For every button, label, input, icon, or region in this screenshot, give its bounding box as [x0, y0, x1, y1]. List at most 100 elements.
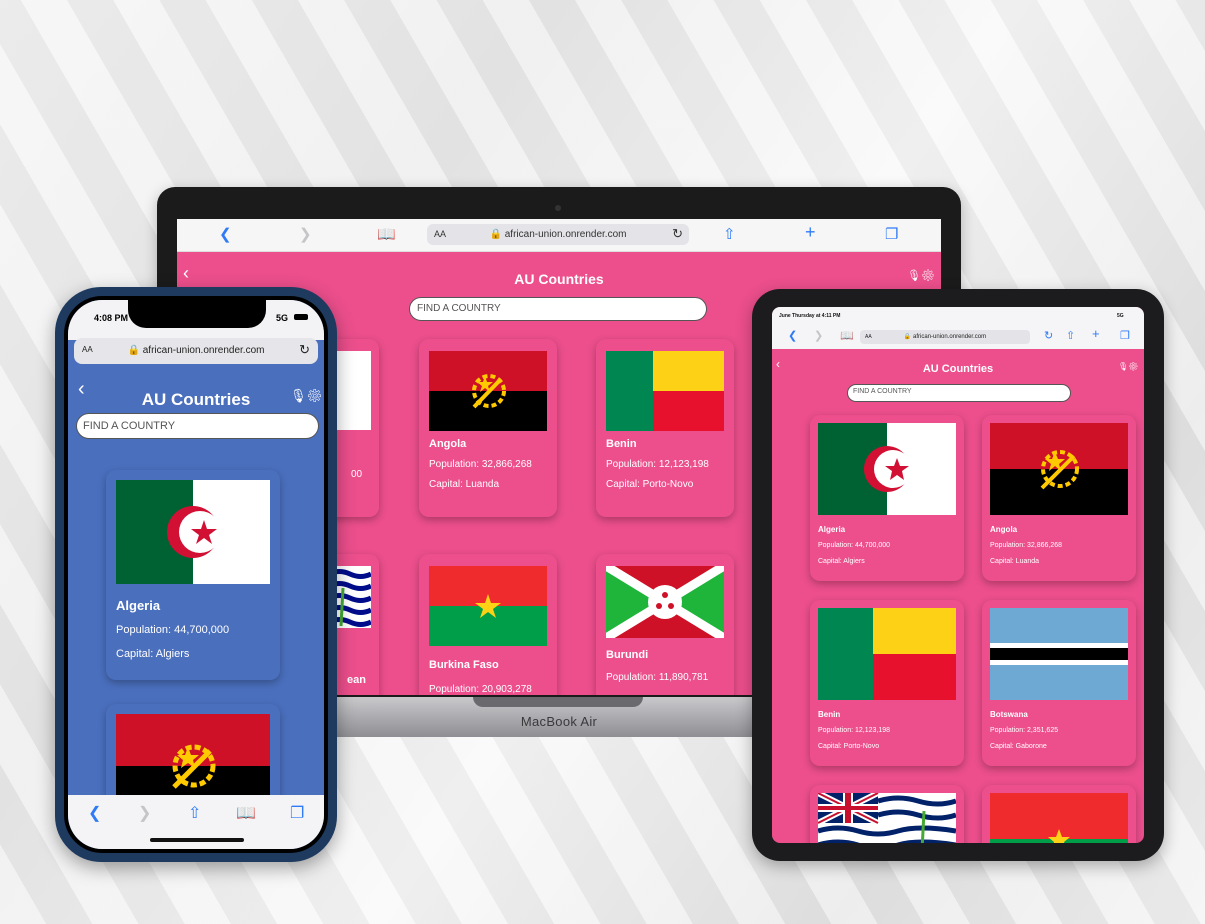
search-input[interactable]: FIND A COUNTRY [409, 297, 707, 321]
address-bar[interactable]: AA 🔒 african-union.onrender.com ↻ [427, 224, 689, 245]
ipad-algeria-flag [818, 423, 956, 515]
ipad-botswana-capital: Capital: Gaborone [990, 743, 1047, 750]
tabs-icon[interactable]: ❐ [885, 225, 898, 243]
biot-name-partial: ean [347, 674, 366, 686]
mic-icon[interactable]: 🎙 [907, 270, 921, 282]
burundi-population: Population: 11,890,781 [606, 672, 709, 683]
algeria-population-partial: 00 [351, 469, 363, 480]
iphone-share-icon[interactable]: ⇧ [188, 803, 201, 823]
iphone-back-icon[interactable]: ❮ [88, 803, 101, 823]
iphone-device: 4:08 PM 5G AA 🔒 african-union.onrender.c… [55, 287, 337, 862]
iphone-angola-flag [116, 714, 270, 804]
iphone-settings-gear-icon[interactable]: ⚙ [307, 388, 324, 403]
ipad-mic-icon[interactable]: 🎙 [1118, 362, 1128, 371]
ipad-country-card-benin[interactable]: Benin Population: 12,123,198 Capital: Po… [810, 600, 964, 766]
iphone-country-card-angola[interactable] [106, 704, 280, 804]
ipad-url: 🔒 african-union.onrender.com [903, 334, 987, 340]
ipad-country-card-angola[interactable]: Angola Population: 32,866,268 Capital: L… [982, 415, 1136, 581]
share-icon[interactable]: ⇧ [723, 225, 736, 243]
iphone-bookmarks-icon[interactable]: 📖 [236, 803, 256, 823]
back-icon[interactable]: ❮ [219, 225, 232, 243]
forward-icon[interactable]: ❯ [299, 225, 312, 243]
reload-icon[interactable]: ↻ [672, 226, 683, 242]
iphone-tabs-icon[interactable]: ❐ [290, 803, 304, 823]
url-value: african-union.onrender.com [504, 229, 627, 240]
settings-gear-icon[interactable]: ⚙ [921, 270, 935, 282]
burundi-name: Burundi [606, 649, 649, 661]
iphone-search-input[interactable]: FIND A COUNTRY [76, 413, 319, 439]
benin-capital: Capital: Porto-Novo [606, 479, 694, 490]
ipad-burkina-faso-flag [990, 793, 1128, 843]
iphone-mic-icon[interactable]: 🎙 [290, 388, 307, 403]
burkina-faso-name: Burkina Faso [429, 659, 499, 671]
country-card-angola[interactable]: Angola Population: 32,866,268 Capital: L… [419, 339, 557, 517]
angola-population: Population: 32,866,268 [429, 459, 532, 470]
url-text: 🔒 african-union.onrender.com [489, 229, 627, 240]
ipad-botswana-population: Population: 2,351,625 [990, 727, 1059, 734]
ipad-page-title: AU Countries [922, 363, 994, 375]
ipad-benin-population: Population: 12,123,198 [818, 727, 891, 734]
angola-name: Angola [429, 438, 467, 450]
battery-icon [294, 314, 308, 320]
ipad-angola-capital: Capital: Luanda [990, 558, 1040, 565]
iphone-status-bar: 4:08 PM 5G [68, 300, 324, 340]
page-title: AU Countries [514, 271, 604, 287]
home-indicator [150, 838, 244, 842]
ipad-screen: June Thursday at 4:11 PM 5G ❮ ❯ 📖 AA 🔒 a… [772, 307, 1144, 843]
iphone-network: 5G [276, 313, 289, 323]
macbook-camera [555, 205, 561, 211]
ipad-benin-name: Benin [818, 710, 841, 719]
iphone-country-card-algeria[interactable]: Algeria Population: 44,700,000 Capital: … [106, 470, 280, 680]
iphone-address-bar[interactable]: AA 🔒 african-union.onrender.com ↻ [74, 338, 318, 364]
ipad-angola-population: Population: 32,866,268 [990, 542, 1063, 549]
ipad-address-bar[interactable]: AA 🔒 african-union.onrender.com [860, 330, 1030, 344]
ipad-mic-settings-icons[interactable]: 🎙⚙ [1118, 362, 1138, 371]
burkina-faso-flag [429, 566, 547, 646]
ipad-search-input[interactable]: FIND A COUNTRY [847, 384, 1071, 402]
iphone-algeria-capital: Capital: Algiers [116, 648, 190, 660]
ipad-settings-gear-icon[interactable]: ⚙ [1128, 362, 1138, 371]
ipad-share-icon[interactable]: ⇧ [1066, 329, 1075, 342]
iphone-mic-settings-icons[interactable]: 🎙⚙ [290, 388, 323, 404]
ipad-algeria-capital: Capital: Algiers [818, 558, 865, 565]
country-card-burundi[interactable]: Burundi Population: 11,890,781 [596, 554, 734, 695]
iphone-algeria-flag [116, 480, 270, 584]
iphone-reload-icon[interactable]: ↻ [299, 342, 310, 358]
new-tab-icon[interactable]: + [805, 222, 816, 243]
angola-capital: Capital: Luanda [429, 479, 500, 490]
ipad-new-tab-icon[interactable]: + [1092, 326, 1100, 341]
iphone-notch [128, 300, 266, 328]
ipad-country-card-biot[interactable] [810, 785, 964, 843]
bookmarks-icon[interactable]: 📖 [377, 225, 396, 243]
ipad-url-value: african-union.onrender.com [913, 334, 987, 340]
mic-settings-icons[interactable]: 🎙⚙ [907, 269, 935, 282]
iphone-algeria-name: Algeria [116, 598, 161, 613]
ipad-bookmarks-icon[interactable]: 📖 [840, 329, 854, 342]
ipad-network: 5G [1117, 313, 1124, 319]
benin-name: Benin [606, 438, 637, 450]
ipad-country-card-burkina-faso[interactable] [982, 785, 1136, 843]
angola-flag [429, 351, 547, 431]
ipad-reload-icon[interactable]: ↻ [1044, 329, 1053, 342]
ipad-country-card-algeria[interactable]: Algeria Population: 44,700,000 Capital: … [810, 415, 964, 581]
country-card-benin[interactable]: Benin Population: 12,123,198 Capital: Po… [596, 339, 734, 517]
ipad-algeria-population: Population: 44,700,000 [818, 542, 891, 549]
ipad-device: June Thursday at 4:11 PM 5G ❮ ❯ 📖 AA 🔒 a… [752, 289, 1164, 861]
macbook-notch [473, 697, 643, 707]
ipad-datetime: June Thursday at 4:11 PM [779, 313, 841, 319]
ipad-algeria-name: Algeria [818, 525, 846, 534]
iphone-bottom-toolbar: ❮ ❯ ⇧ 📖 ❐ [68, 795, 324, 849]
iphone-forward-icon[interactable]: ❯ [138, 803, 151, 823]
iphone-page-title: AU Countries [141, 390, 251, 409]
ipad-tabs-icon[interactable]: ❐ [1120, 329, 1130, 342]
ipad-back-icon[interactable]: ❮ [788, 329, 797, 342]
ipad-forward-icon[interactable]: ❯ [814, 329, 823, 342]
safari-toolbar: ❮ ❯ 📖 AA 🔒 african-union.onrender.com ↻ … [177, 219, 941, 252]
benin-flag [606, 351, 724, 431]
country-card-burkina-faso[interactable]: Burkina Faso Population: 20,903,278 [419, 554, 557, 695]
ipad-angola-flag [990, 423, 1128, 515]
ipad-country-card-botswana[interactable]: Botswana Population: 2,351,625 Capital: … [982, 600, 1136, 766]
ipad-botswana-flag [990, 608, 1128, 700]
ipad-toolbar: June Thursday at 4:11 PM 5G ❮ ❯ 📖 AA 🔒 a… [772, 307, 1144, 349]
ipad-angola-name: Angola [990, 525, 1018, 534]
